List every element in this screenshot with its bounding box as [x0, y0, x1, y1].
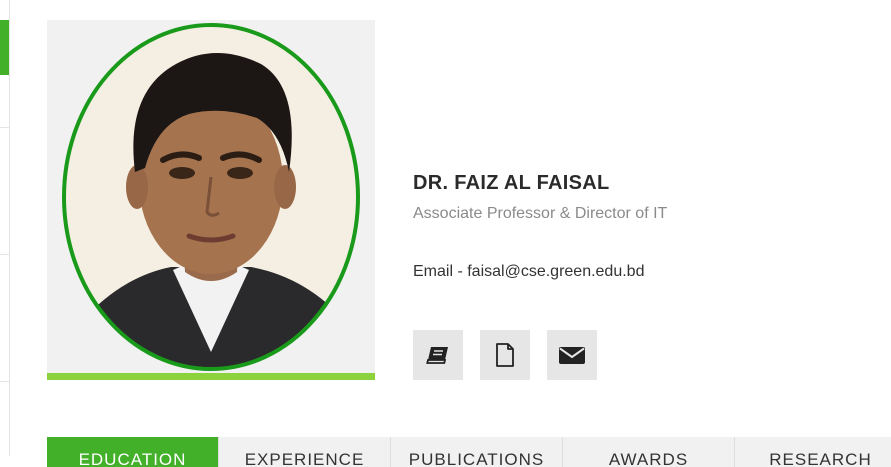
profile-title: Associate Professor & Director of IT — [413, 205, 668, 222]
document-icon — [496, 343, 514, 367]
profile-photo-card — [47, 20, 375, 380]
sidebar-divider — [0, 127, 9, 128]
sidebar-divider — [0, 381, 9, 382]
book-button[interactable] — [413, 330, 463, 380]
tab-publications[interactable]: PUBLICATIONS — [391, 437, 563, 467]
book-icon — [426, 347, 448, 364]
active-sidebar-indicator[interactable] — [0, 20, 9, 75]
profile-info: DR. FAIZ AL FAISAL Associate Professor &… — [413, 170, 873, 281]
envelope-icon — [559, 347, 585, 364]
document-button[interactable] — [480, 330, 530, 380]
profile-email[interactable]: Email - faisal@cse.green.edu.bd — [413, 263, 873, 281]
tab-experience[interactable]: EXPERIENCE — [219, 437, 391, 467]
tab-research[interactable]: RESEARCH — [735, 437, 891, 467]
left-sidebar-rail — [0, 0, 10, 456]
sidebar-divider — [0, 254, 9, 255]
photo-accent-strip — [47, 373, 375, 380]
profile-tabs: EDUCATION EXPERIENCE PUBLICATIONS AWARDS… — [47, 437, 891, 467]
profile-actions — [413, 330, 597, 380]
email-button[interactable] — [547, 330, 597, 380]
tab-education[interactable]: EDUCATION — [47, 437, 219, 467]
profile-name: DR. FAIZ AL FAISAL — [413, 172, 610, 194]
tab-awards[interactable]: AWARDS — [563, 437, 735, 467]
profile-portrait — [62, 23, 360, 371]
